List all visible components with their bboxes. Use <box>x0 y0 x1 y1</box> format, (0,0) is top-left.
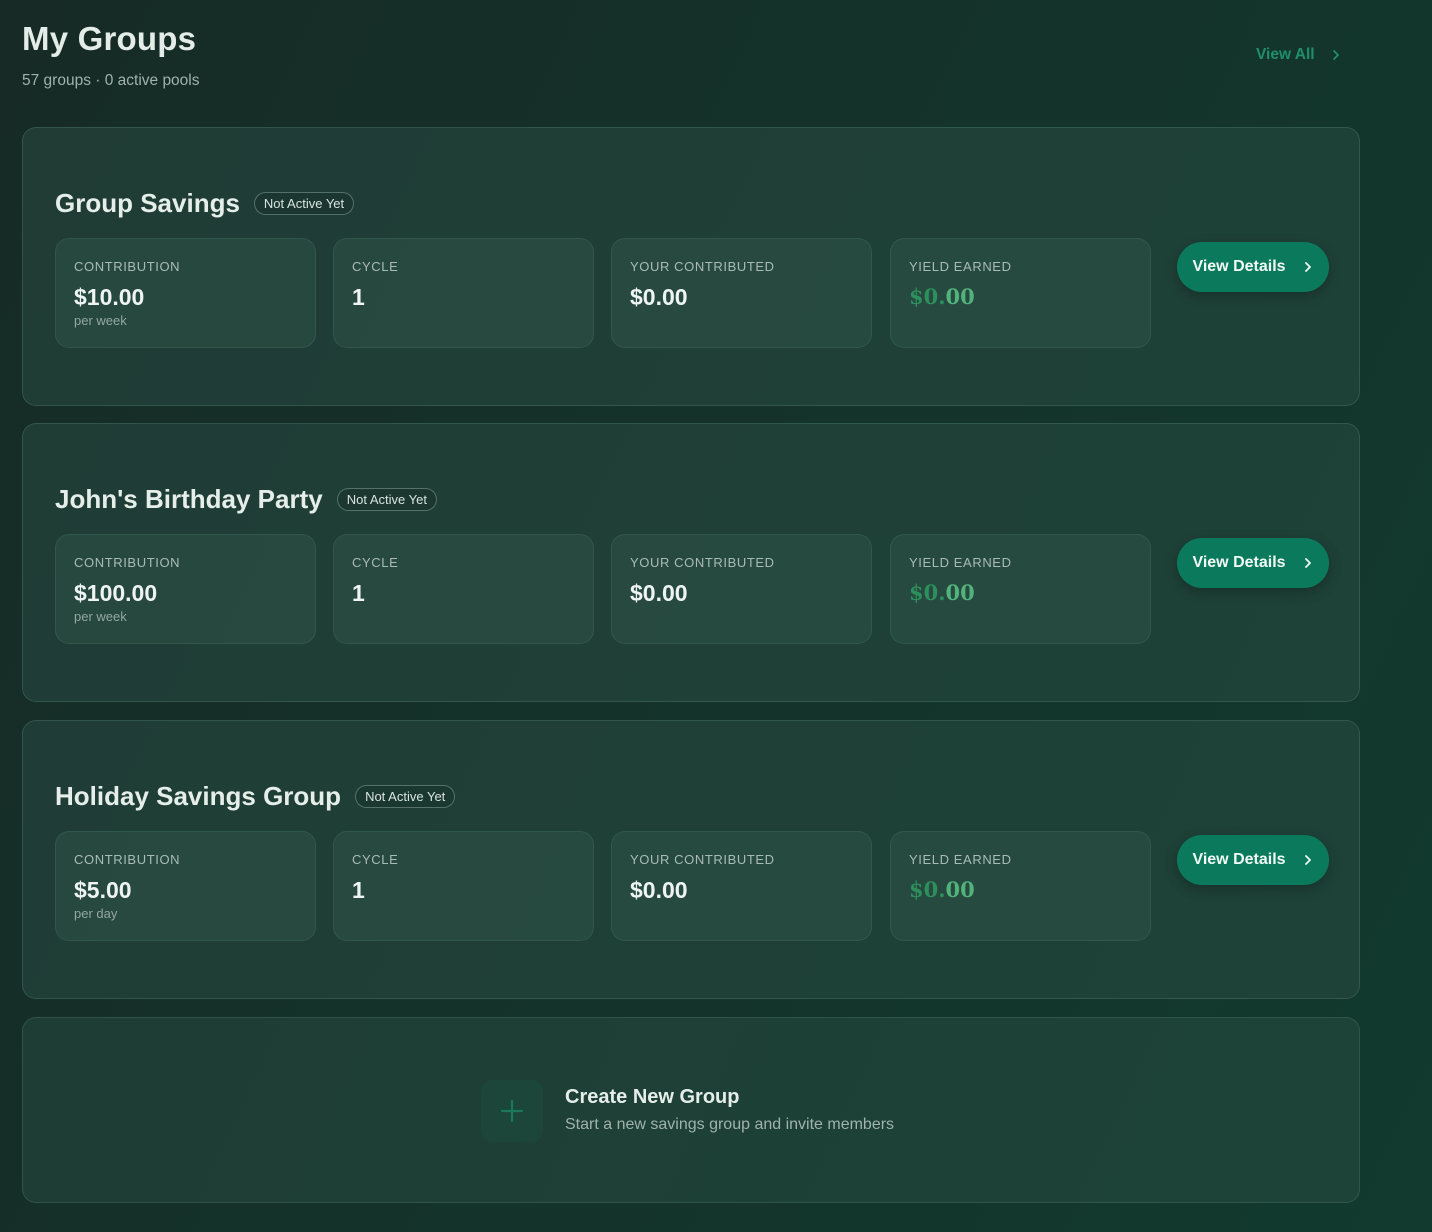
status-badge: Not Active Yet <box>253 192 355 215</box>
yield-dollars: $0. <box>909 580 946 605</box>
create-group-subtitle: Start a new savings group and invite mem… <box>565 1116 895 1133</box>
contribution-frequency: per week <box>74 313 127 328</box>
create-group-title: Create New Group <box>565 1086 740 1108</box>
chevron-right-icon <box>1304 558 1311 568</box>
yield-earned-stat: YIELD EARNED $0.00 <box>890 534 1151 644</box>
contribution-frequency: per day <box>74 906 118 921</box>
group-card: John's Birthday Party Not Active Yet CON… <box>22 423 1360 702</box>
status-badge: Not Active Yet <box>336 488 437 511</box>
your-contributed-stat: YOUR CONTRIBUTED $0.00 <box>611 534 872 644</box>
your-contributed-stat: YOUR CONTRIBUTED $0.00 <box>611 238 872 348</box>
group-header: Holiday Savings Group Not Active Yet <box>55 781 456 812</box>
view-details-button[interactable]: View Details <box>1177 538 1329 588</box>
stat-label: CYCLE <box>352 259 399 274</box>
yield-cents: 00 <box>945 580 975 605</box>
view-details-label: View Details <box>1192 851 1286 868</box>
yield-earned-stat: YIELD EARNED $0.00 <box>890 831 1151 941</box>
your-contributed-stat: YOUR CONTRIBUTED $0.00 <box>611 831 872 941</box>
contribution-frequency: per week <box>74 609 127 624</box>
stat-label: YIELD EARNED <box>909 555 1012 570</box>
cycle-value: 1 <box>352 284 365 310</box>
group-name: Holiday Savings Group <box>55 781 342 811</box>
view-all-label: View All <box>1256 46 1315 63</box>
contribution-stat: CONTRIBUTION $100.00 per week <box>55 534 316 644</box>
create-group-icon-box <box>481 1080 543 1142</box>
stat-label: YOUR CONTRIBUTED <box>630 259 775 274</box>
group-header: John's Birthday Party Not Active Yet <box>55 484 437 515</box>
page-subtitle: 57 groups · 0 active pools <box>22 72 200 89</box>
view-details-label: View Details <box>1192 258 1286 275</box>
yield-dollars: $0. <box>909 877 946 902</box>
yield-dollars: $0. <box>909 284 946 309</box>
chevron-right-icon <box>1304 855 1311 865</box>
cycle-stat: CYCLE 1 <box>333 831 594 941</box>
group-header: Group Savings Not Active Yet <box>55 188 355 219</box>
group-name: John's Birthday Party <box>55 484 323 514</box>
stat-label: YIELD EARNED <box>909 259 1012 274</box>
group-card: Holiday Savings Group Not Active Yet CON… <box>22 720 1360 999</box>
contribution-value: $10.00 <box>74 284 145 310</box>
plus-icon <box>500 1099 524 1123</box>
stat-label: YOUR CONTRIBUTED <box>630 555 775 570</box>
stat-label: CONTRIBUTION <box>74 259 181 274</box>
stat-label: CYCLE <box>352 852 399 867</box>
your-contributed-value: $0.00 <box>630 580 688 606</box>
stat-label: YOUR CONTRIBUTED <box>630 852 775 867</box>
create-group-card[interactable]: Create New Group Start a new savings gro… <box>22 1017 1360 1203</box>
yield-earned-value: $0.00 <box>909 877 1132 902</box>
stat-label: CONTRIBUTION <box>74 555 181 570</box>
cycle-value: 1 <box>352 580 365 606</box>
stat-label: CONTRIBUTION <box>74 852 181 867</box>
stat-label: CYCLE <box>352 555 399 570</box>
contribution-stat: CONTRIBUTION $10.00 per week <box>55 238 316 348</box>
page-title: My Groups <box>22 20 197 57</box>
cycle-value: 1 <box>352 877 365 903</box>
group-card: Group Savings Not Active Yet CONTRIBUTIO… <box>22 127 1360 406</box>
stat-label: YIELD EARNED <box>909 852 1012 867</box>
yield-earned-stat: YIELD EARNED $0.00 <box>890 238 1151 348</box>
your-contributed-value: $0.00 <box>630 284 688 310</box>
yield-cents: 00 <box>945 284 975 309</box>
cycle-stat: CYCLE 1 <box>333 534 594 644</box>
chevron-right-icon <box>1304 262 1311 272</box>
view-details-label: View Details <box>1192 554 1286 571</box>
page-header: My Groups 57 groups · 0 active pools <box>22 20 200 90</box>
yield-earned-value: $0.00 <box>909 284 1132 309</box>
contribution-value: $5.00 <box>74 877 132 903</box>
cycle-stat: CYCLE 1 <box>333 238 594 348</box>
view-all-link[interactable]: View All <box>1256 46 1343 64</box>
yield-cents: 00 <box>945 877 975 902</box>
chevron-right-icon <box>1332 50 1339 60</box>
group-name: Group Savings <box>55 188 240 218</box>
view-details-button[interactable]: View Details <box>1177 835 1329 885</box>
contribution-stat: CONTRIBUTION $5.00 per day <box>55 831 316 941</box>
contribution-value: $100.00 <box>74 580 158 606</box>
your-contributed-value: $0.00 <box>630 877 688 903</box>
status-badge: Not Active Yet <box>355 785 456 808</box>
yield-earned-value: $0.00 <box>909 580 1132 605</box>
view-details-button[interactable]: View Details <box>1177 242 1329 292</box>
